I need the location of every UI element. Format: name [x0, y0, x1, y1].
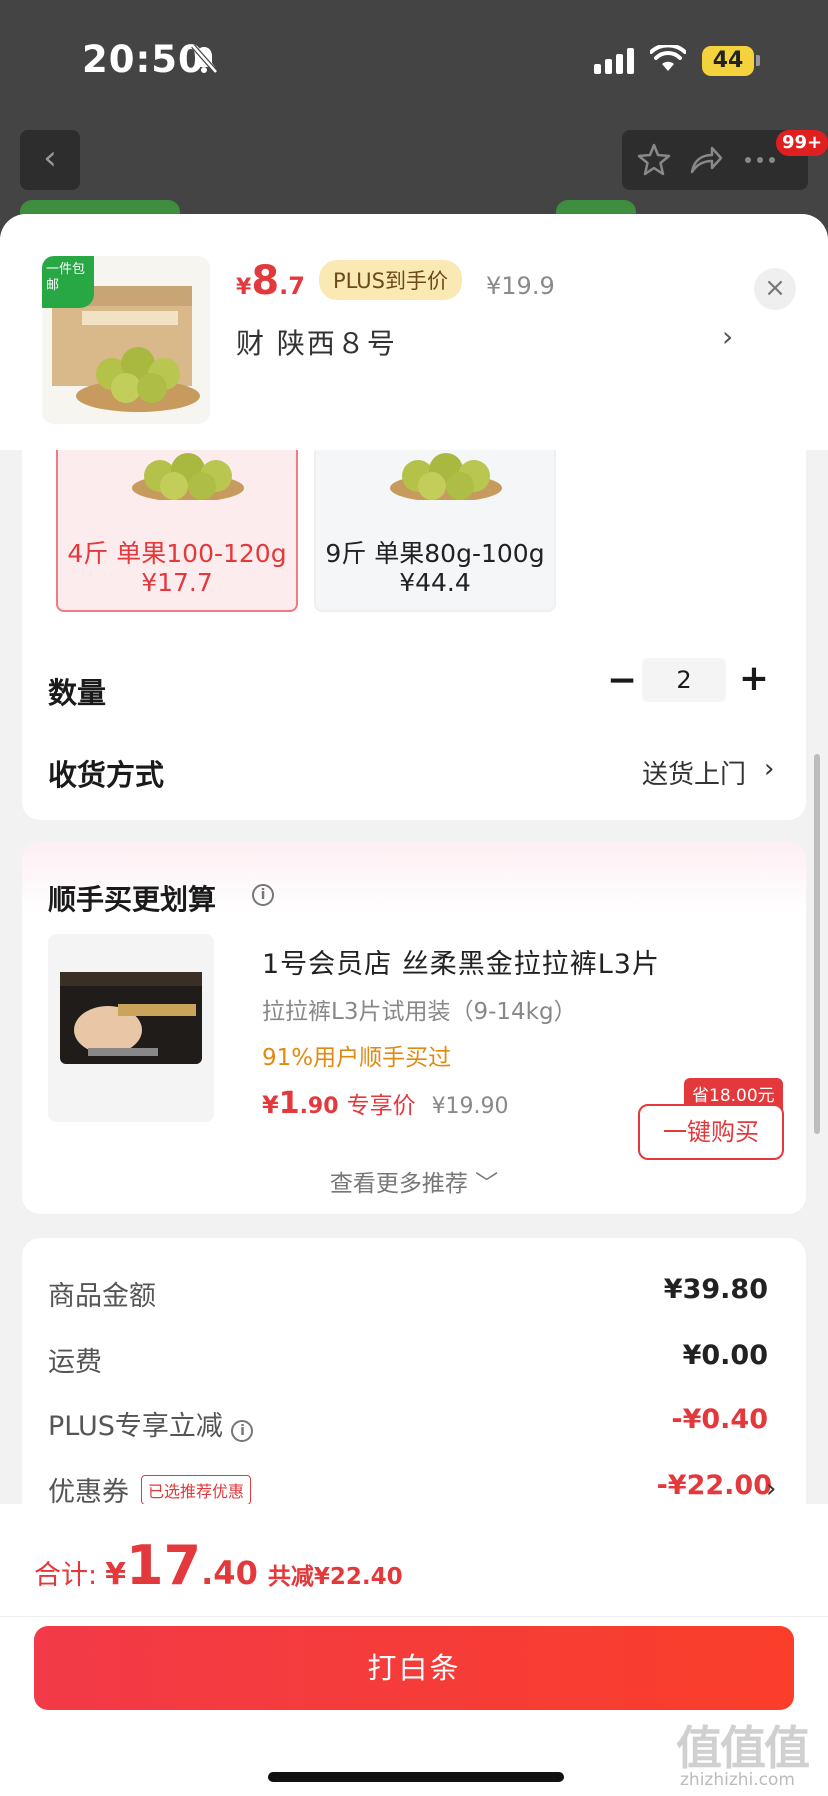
total-label: 合计: — [34, 1560, 98, 1591]
star-icon[interactable] — [636, 142, 672, 178]
variant-name: 4斤 单果100-120g — [67, 539, 287, 568]
original-price: ¥19.9 — [486, 272, 555, 300]
recommendation-image[interactable] — [48, 934, 214, 1122]
quantity-label: 数量 — [48, 676, 107, 710]
more-recommendations-link[interactable]: 查看更多推荐 ﹀ — [22, 1164, 806, 1198]
total-integer: 17 — [125, 1534, 202, 1597]
price-integer: 8 — [251, 258, 280, 304]
total-currency: ¥ — [105, 1557, 126, 1592]
product-thumbnail: 一件包邮 — [42, 256, 210, 424]
variant-name: 9斤 单果80g-100g — [325, 539, 545, 568]
diaper-pack-image — [60, 972, 202, 1064]
recommendation-stat: 91%用户顺手买过 — [262, 1045, 452, 1071]
price-currency: ¥ — [262, 1091, 279, 1119]
recommendation-price: ¥ 1 .90 专享价 ¥19.90 — [262, 1086, 509, 1121]
summary-value: ¥39.80 — [663, 1274, 768, 1305]
divider — [0, 1616, 828, 1617]
status-time: 20:50 — [82, 38, 205, 81]
close-button[interactable]: × — [754, 268, 796, 310]
coupon-applied-tag: 已选推荐优惠 — [141, 1475, 252, 1505]
notification-badge: 99+ — [776, 130, 828, 156]
chevron-right-icon[interactable]: › — [766, 1474, 776, 1504]
product-price-row: ¥ 8 .7 PLUS到手价 ¥19.9 — [236, 258, 555, 308]
chevron-right-icon[interactable]: › — [764, 754, 774, 784]
spec-panel: 4斤 单果100-120g ¥17.7 9斤 单果80g-100g ¥44.4 … — [22, 404, 806, 820]
summary-row-plus-discount: PLUS专享立减 i -¥0.40 — [48, 1404, 768, 1444]
summary-value: ¥0.00 — [682, 1340, 768, 1371]
battery-tip — [756, 55, 760, 66]
variant-price: ¥44.4 — [399, 568, 471, 597]
summary-row-shipping: 运费 ¥0.00 — [48, 1340, 768, 1380]
product-header: 一件包邮 ¥ 8 .7 PLUS到手价 ¥19.9 财 陕西８号 › × — [0, 214, 828, 450]
one-click-buy-button[interactable]: 一键购买 — [638, 1104, 784, 1160]
recommendation-spec: 拉拉裤L3片试用装（9-14kg） — [262, 999, 577, 1025]
quantity-increment-button[interactable]: + — [734, 658, 774, 699]
plus-price-chip: PLUS到手价 — [318, 260, 463, 300]
bell-muted-icon — [191, 44, 218, 74]
variant-option[interactable]: 9斤 单果80g-100g ¥44.4 — [314, 440, 556, 612]
quantity-input[interactable]: 2 — [642, 658, 726, 702]
scrollbar[interactable] — [814, 754, 820, 1134]
share-icon[interactable] — [688, 142, 724, 178]
wifi-icon — [650, 45, 686, 71]
watermark-url: zhizhizhi.com — [680, 1770, 795, 1790]
cellular-signal-icon — [594, 48, 634, 74]
summary-label: PLUS专享立减 i — [48, 1404, 254, 1443]
price-currency: ¥ — [236, 275, 252, 300]
battery-indicator: 44 — [702, 46, 754, 76]
back-button[interactable]: ‹ — [20, 130, 80, 190]
delivery-label: 收货方式 — [48, 758, 165, 792]
total-savings: 共减¥22.40 — [267, 1564, 403, 1590]
total-decimal: .40 — [201, 1554, 258, 1592]
summary-label: 商品金额 — [48, 1281, 156, 1312]
exclusive-price-label: 专享价 — [346, 1093, 416, 1119]
info-icon[interactable]: i — [252, 884, 274, 906]
variant-option-selected[interactable]: 4斤 单果100-120g ¥17.7 — [56, 440, 298, 612]
summary-value: -¥0.40 — [671, 1404, 768, 1435]
summary-value: -¥22.00 — [656, 1470, 772, 1501]
free-shipping-tag: 一件包邮 — [42, 256, 94, 308]
status-bar: 20:50 44 — [0, 0, 828, 120]
recommendation-title: 顺手买更划算 — [48, 883, 217, 916]
summary-row-subtotal: 商品金额 ¥39.80 — [48, 1274, 768, 1314]
chevron-right-icon[interactable]: › — [722, 320, 733, 353]
more-icon[interactable] — [742, 154, 778, 166]
home-indicator[interactable] — [268, 1772, 564, 1782]
recommendation-card: 顺手买更划算 i 1号会员店 丝柔黑金拉拉裤L3片 拉拉裤L3片试用装（9-14… — [22, 842, 806, 1214]
checkout-bar: 合计: ¥ 17 .40 共减¥22.40 打白条 值值值 zhizhizhi.… — [0, 1504, 828, 1796]
watermark: 值值值 — [676, 1721, 810, 1775]
summary-label: 运费 — [48, 1347, 102, 1378]
price-decimal: .90 — [299, 1094, 339, 1119]
close-icon: × — [764, 273, 786, 303]
price-integer: 1 — [278, 1086, 300, 1121]
variant-price: ¥17.7 — [141, 568, 213, 597]
total-row: 合计: ¥ 17 .40 共减¥22.40 — [34, 1534, 403, 1597]
pay-button[interactable]: 打白条 — [34, 1626, 794, 1710]
delivery-method[interactable]: 送货上门 — [642, 754, 746, 791]
recommendation-name[interactable]: 1号会员店 丝柔黑金拉拉裤L3片 — [262, 942, 660, 981]
quantity-decrement-button[interactable]: − — [602, 660, 642, 701]
summary-label-text: PLUS专享立减 — [48, 1411, 223, 1442]
info-icon[interactable]: i — [231, 1420, 254, 1442]
price-decimal: .7 — [279, 272, 305, 300]
selected-spec[interactable]: 财 陕西８号 — [236, 322, 397, 362]
chevron-left-icon: ‹ — [43, 138, 57, 178]
original-price: ¥19.90 — [431, 1094, 509, 1119]
